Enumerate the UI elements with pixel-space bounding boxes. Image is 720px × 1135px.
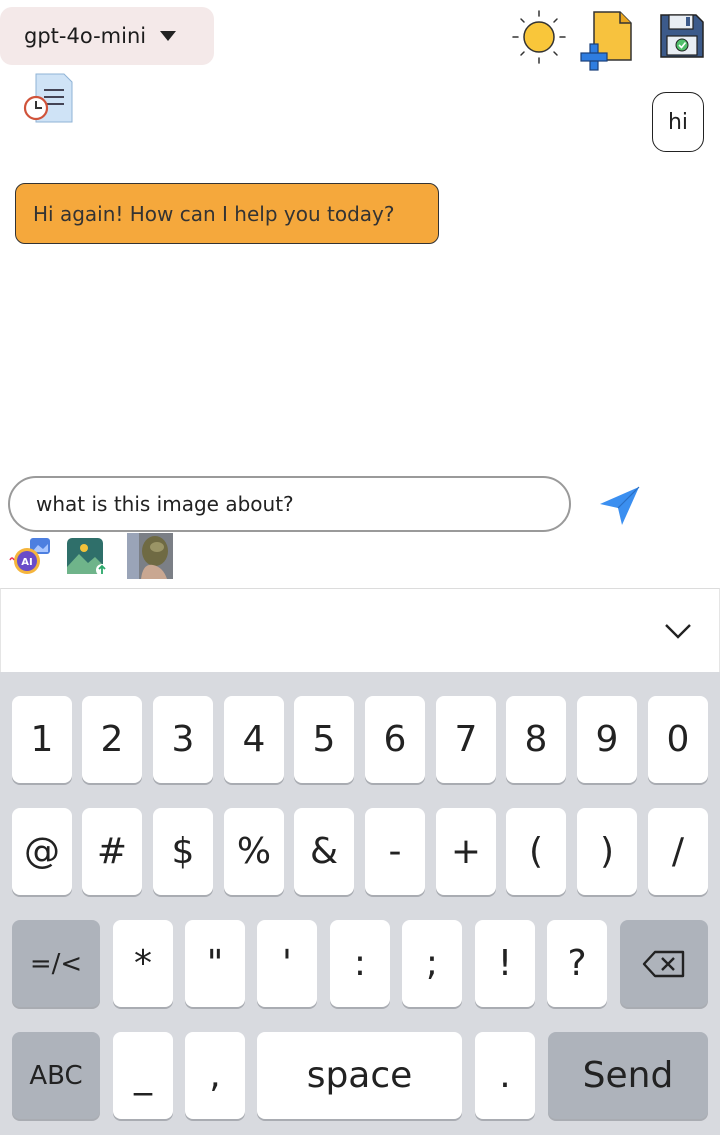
new-file-icon[interactable] (578, 10, 634, 72)
send-arrow-icon[interactable] (598, 484, 642, 528)
key-asterisk[interactable]: * (113, 920, 173, 1007)
key-period[interactable]: . (475, 1032, 535, 1119)
key-semicolon[interactable]: ; (402, 920, 462, 1007)
key-send[interactable]: Send (548, 1032, 708, 1119)
key-double-quote[interactable]: " (185, 920, 245, 1007)
key-plus[interactable]: + (436, 808, 496, 895)
prompt-input[interactable]: what is this image about? (8, 476, 571, 532)
user-message-bubble: hi (652, 92, 704, 152)
key-comma[interactable]: , (185, 1032, 245, 1119)
sun-icon[interactable] (510, 8, 568, 66)
user-message-text: hi (667, 109, 689, 135)
dropdown-caret-icon (160, 31, 177, 41)
key-abc[interactable]: ABC (12, 1032, 100, 1119)
key-symbols-toggle[interactable]: =/< (12, 920, 100, 1007)
key-question[interactable]: ? (547, 920, 607, 1007)
key-hash[interactable]: # (82, 808, 142, 895)
save-disk-icon[interactable] (658, 12, 706, 60)
key-colon[interactable]: : (330, 920, 390, 1007)
svg-text:AI: AI (21, 557, 32, 568)
key-3[interactable]: 3 (153, 696, 213, 783)
assistant-message-bubble: Hi again! How can I help you today? (15, 183, 439, 244)
keyboard-toolbar (0, 588, 720, 672)
key-8[interactable]: 8 (506, 696, 566, 783)
key-2[interactable]: 2 (82, 696, 142, 783)
assistant-message-text: Hi again! How can I help you today? (33, 201, 395, 226)
key-single-quote[interactable]: ' (257, 920, 317, 1007)
key-space[interactable]: space (257, 1032, 462, 1119)
model-selector[interactable]: gpt-4o-mini (0, 7, 214, 65)
key-exclamation[interactable]: ! (475, 920, 535, 1007)
key-5[interactable]: 5 (294, 696, 354, 783)
key-slash[interactable]: / (648, 808, 708, 895)
keyboard: 1 2 3 4 5 6 7 8 9 0 @ # $ % & - + ( ) / … (0, 672, 720, 1135)
history-doc-icon[interactable] (22, 72, 74, 124)
prompt-input-value: what is this image about? (36, 492, 294, 516)
key-minus[interactable]: - (365, 808, 425, 895)
backspace-icon[interactable] (620, 920, 708, 1007)
image-upload-icon[interactable] (66, 537, 108, 577)
chevron-down-icon[interactable] (663, 619, 693, 643)
key-9[interactable]: 9 (577, 696, 637, 783)
key-open-paren[interactable]: ( (506, 808, 566, 895)
key-6[interactable]: 6 (365, 696, 425, 783)
key-percent[interactable]: % (224, 808, 284, 895)
key-dollar[interactable]: $ (153, 808, 213, 895)
key-at[interactable]: @ (12, 808, 72, 895)
key-underscore[interactable]: _ (113, 1032, 173, 1119)
attached-image-thumbnail[interactable] (127, 533, 173, 579)
key-1[interactable]: 1 (12, 696, 72, 783)
key-close-paren[interactable]: ) (577, 808, 637, 895)
key-7[interactable]: 7 (436, 696, 496, 783)
key-4[interactable]: 4 (224, 696, 284, 783)
key-ampersand[interactable]: & (294, 808, 354, 895)
model-name: gpt-4o-mini (24, 24, 147, 48)
ai-image-icon[interactable]: AI (8, 536, 54, 578)
key-0[interactable]: 0 (648, 696, 708, 783)
